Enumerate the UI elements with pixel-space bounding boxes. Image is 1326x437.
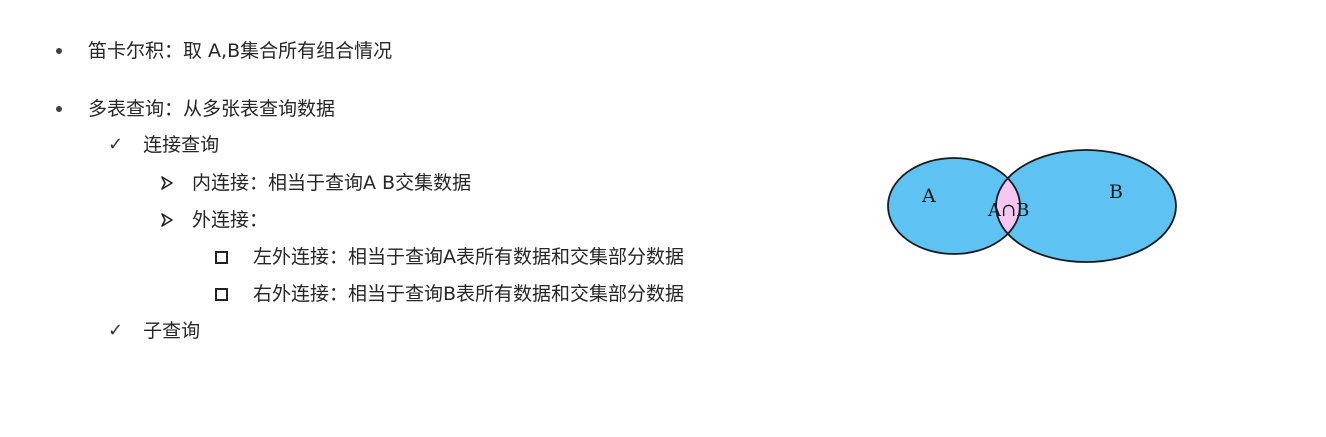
list-item-inner-join: 内连接：相当于查询A B交集数据 — [161, 171, 471, 195]
arrow-right-icon — [161, 176, 173, 190]
label-b: B — [1109, 181, 1123, 203]
item-inner-join-text: 内连接：相当于查询A B交集数据 — [192, 172, 472, 194]
list-item-subquery: ✓ 子查询 — [108, 319, 200, 343]
item-cartesian-text: 笛卡尔积：取 A,B集合所有组合情况 — [88, 40, 393, 62]
arrow-right-icon — [161, 213, 173, 227]
list-item-left-outer: 左外连接：相当于查询A表所有数据和交集部分数据 — [215, 245, 684, 269]
item-right-outer-text: 右外连接：相当于查询B表所有数据和交集部分数据 — [253, 283, 685, 305]
item-subquery-text: 子查询 — [143, 320, 201, 342]
list-item-outer-join: 外连接： — [161, 208, 268, 232]
item-outer-join-text: 外连接： — [192, 209, 269, 231]
bullet-icon — [56, 48, 62, 54]
item-left-outer-text: 左外连接：相当于查询A表所有数据和交集部分数据 — [253, 246, 684, 268]
bullet-icon — [56, 106, 62, 112]
list-item-cartesian: 笛卡尔积：取 A,B集合所有组合情况 — [56, 39, 392, 63]
list-item-join-query: ✓ 连接查询 — [108, 133, 219, 157]
label-intersection: A∩B — [987, 200, 1029, 221]
item-join-query-text: 连接查询 — [143, 134, 220, 156]
venn-diagram: A B A∩B — [887, 149, 1177, 263]
checkmark-icon: ✓ — [108, 134, 124, 155]
hollow-square-icon — [215, 250, 228, 264]
checkmark-icon: ✓ — [108, 320, 124, 341]
list-item-right-outer: 右外连接：相当于查询B表所有数据和交集部分数据 — [215, 282, 684, 306]
label-a: A — [921, 185, 936, 207]
list-item-multi-table: 多表查询：从多张表查询数据 — [56, 97, 335, 121]
hollow-square-icon — [215, 287, 228, 301]
item-multi-table-text: 多表查询：从多张表查询数据 — [88, 98, 336, 120]
